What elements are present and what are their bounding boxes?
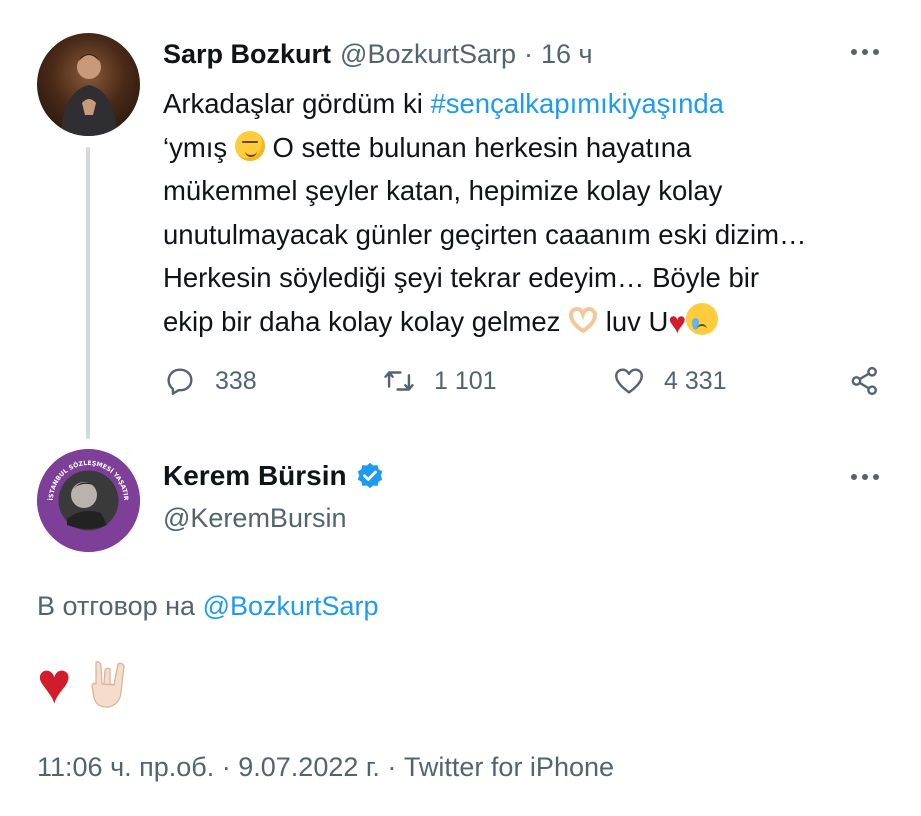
- retweet-icon: [384, 371, 414, 391]
- verified-badge-icon: [357, 462, 382, 489]
- tweet-line-5: Herkesin söylediği şeyi tekrar edeyim… B…: [163, 262, 760, 293]
- reply-tweet-text: ♥: [37, 654, 131, 714]
- more-dots-icon: [851, 474, 857, 480]
- reply-author-display-name[interactable]: Kerem Bürsin: [163, 460, 347, 492]
- parent-tweet-text: Arkadaşlar gördüm ki #sençalkapımıkiyaşı…: [163, 82, 873, 343]
- replying-to: В отговор на @BozkurtSarp: [37, 591, 379, 622]
- more-options-button[interactable]: [843, 462, 887, 492]
- red-heart-icon: ♥: [668, 306, 687, 340]
- tweet-line-6: ekip bir daha kolay kolay gelmez luv U♥: [163, 300, 873, 344]
- thread-connector-line: [86, 147, 90, 439]
- replying-to-label: В отговор на: [37, 591, 196, 621]
- author-display-name[interactable]: Sarp Bozkurt: [163, 39, 331, 70]
- like-count: 4 331: [664, 366, 727, 395]
- tweet-text-segment: ‘ymış: [163, 131, 235, 163]
- share-icon: [851, 366, 877, 396]
- tweet-line-1: Arkadaşlar gördüm ki #sençalkapımıkiyaşı…: [163, 82, 873, 126]
- avatar-photo-icon: İSTANBUL SÖZLEŞMESİ YAŞATIR: [37, 449, 140, 552]
- reply-count: 338: [215, 366, 257, 395]
- crying-face-icon: [686, 302, 719, 335]
- smirking-face-icon: [234, 130, 265, 161]
- avatar-sarp-bozkurt[interactable]: [37, 33, 140, 136]
- tweet-line-2: ‘ymış O sette bulunan herkesin hayatına: [163, 126, 873, 170]
- tweet-text-segment: O sette bulunan herkesin hayatına: [264, 131, 692, 163]
- share-button[interactable]: [848, 363, 882, 399]
- more-dots-icon: [851, 49, 857, 55]
- avatar-kerem-bursin[interactable]: İSTANBUL SÖZLEŞMESİ YAŞATIR: [37, 449, 140, 552]
- like-button[interactable]: 4 331: [612, 363, 727, 399]
- reply-author-name-row: Kerem Bürsin: [163, 458, 385, 494]
- avatar-photo-icon: [61, 54, 117, 136]
- author-handle[interactable]: @BozkurtSarp: [340, 39, 516, 70]
- sign-of-the-horns-icon: [91, 661, 126, 708]
- heart-hands-icon: [569, 306, 598, 333]
- tweet-line-4: unutulmayacak günler geçirten caaanım es…: [163, 218, 807, 250]
- reply-author-handle[interactable]: @KeremBursin: [163, 503, 346, 534]
- tweet-thread: Sarp Bozkurt @BozkurtSarp · 16 ч Arkadaş…: [0, 0, 921, 816]
- more-options-button[interactable]: [843, 37, 887, 67]
- tweet-line-3: mükemmel şeyler katan, hepimize kolay ko…: [163, 175, 723, 206]
- retweet-count: 1 101: [434, 366, 497, 395]
- hashtag-link[interactable]: #sençalkapımıkiyaşında: [430, 88, 724, 119]
- parent-tweet-header: Sarp Bozkurt @BozkurtSarp · 16 ч: [163, 36, 593, 72]
- heart-outline-icon: [615, 368, 643, 394]
- speech-bubble-icon: [167, 368, 193, 395]
- retweet-button[interactable]: 1 101: [382, 363, 497, 399]
- header-separator: ·: [524, 38, 534, 69]
- reply-button[interactable]: 338: [163, 363, 257, 399]
- tweet-timestamp-source[interactable]: 11:06 ч. пр.об. · 9.07.2022 г. · Twitter…: [37, 752, 614, 783]
- tweet-text-segment: luv U: [598, 305, 669, 337]
- replying-to-mention[interactable]: @BozkurtSarp: [203, 591, 379, 621]
- tweet-text-segment: Arkadaşlar gördüm ki: [163, 88, 431, 119]
- red-heart-icon: ♥: [37, 651, 72, 716]
- tweet-text-segment: ekip bir daha kolay kolay gelmez: [163, 305, 569, 337]
- tweet-time[interactable]: 16 ч: [541, 39, 593, 70]
